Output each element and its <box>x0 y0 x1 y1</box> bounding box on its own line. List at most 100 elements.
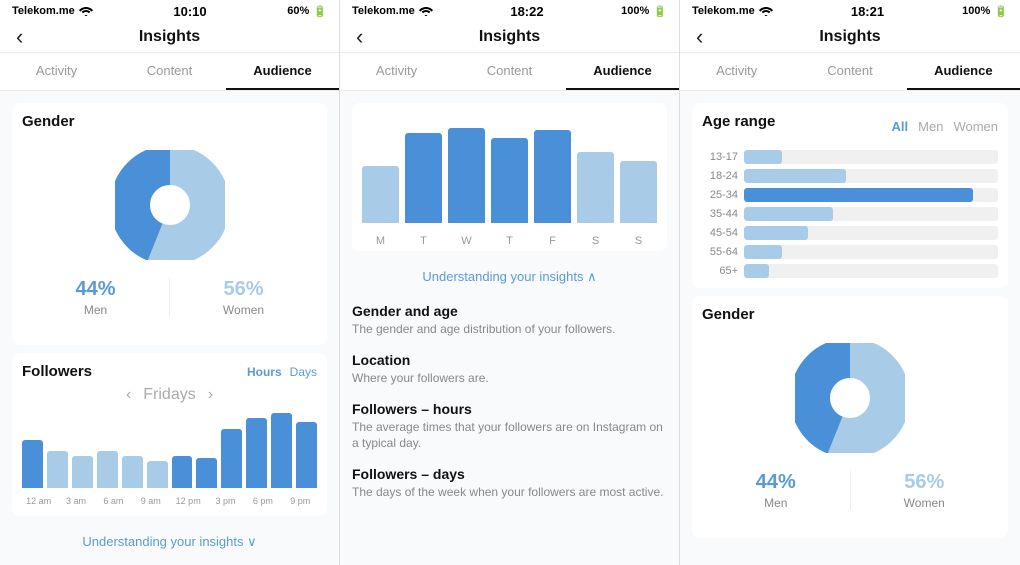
tabs-bar-2: Activity Content Audience <box>340 53 679 91</box>
wifi-icon-1 <box>79 6 93 16</box>
current-day-1: Fridays <box>143 386 195 404</box>
age-row: 55-64 <box>702 245 998 259</box>
tab-content-1[interactable]: Content <box>113 53 226 90</box>
hour-bar-col-2 <box>72 412 93 488</box>
back-button-3[interactable]: ‹ <box>696 24 703 50</box>
age-bar-bg <box>744 245 998 259</box>
battery-pct-2: 100% <box>621 5 649 17</box>
weekly-bar-col-6 <box>620 113 657 223</box>
tabs-bar-3: Activity Content Audience <box>680 53 1020 91</box>
nav-bar-3: ‹ Insights <box>680 22 1020 53</box>
pie-women-3: 56% Women <box>851 463 999 518</box>
hour-bar-col-5 <box>147 412 168 488</box>
hour-label: 12 am <box>22 496 55 506</box>
status-left-2: Telekom.me <box>352 5 433 17</box>
hour-label: 6 am <box>97 496 130 506</box>
hour-bar-col-1 <box>47 412 68 488</box>
age-bar-bg <box>744 264 998 278</box>
info-followers-days: Followers – days The days of the week wh… <box>352 466 667 501</box>
nav-title-3: Insights <box>819 28 880 46</box>
age-range-label: 13-17 <box>702 151 738 163</box>
understanding-link-2[interactable]: Understanding your insights ∧ <box>352 259 667 295</box>
gender-title-3: Gender <box>702 306 998 323</box>
day-nav-1: ‹ Fridays › <box>22 386 317 404</box>
tab-activity-2[interactable]: Activity <box>340 53 453 90</box>
pie-chart-3 <box>795 343 905 453</box>
age-bar-fill <box>744 264 769 278</box>
tab-audience-2[interactable]: Audience <box>566 53 679 90</box>
hour-label: 9 pm <box>284 496 317 506</box>
back-button-1[interactable]: ‹ <box>16 24 23 50</box>
followers-title-1: Followers <box>22 363 92 380</box>
age-bar-fill <box>744 207 833 221</box>
age-bar-fill <box>744 226 808 240</box>
pie-chart-1 <box>115 150 225 260</box>
tab-content-2[interactable]: Content <box>453 53 566 90</box>
hours-tab-1[interactable]: Hours <box>247 365 282 379</box>
status-right-2: 100% 🔋 <box>621 5 667 18</box>
age-row: 13-17 <box>702 150 998 164</box>
hour-bar-col-10 <box>271 412 292 488</box>
carrier-2: Telekom.me <box>352 5 415 17</box>
age-bars-3: 13-1718-2425-3435-4445-5455-6465+ <box>702 150 998 278</box>
followers-header-1: Followers Hours Days <box>22 363 317 380</box>
age-range-label: 65+ <box>702 265 738 277</box>
age-header-3: Age range All Men Women <box>702 113 998 140</box>
weekly-label: W <box>448 235 485 247</box>
women-label-1: Women <box>174 303 313 317</box>
wifi-icon-2 <box>419 6 433 16</box>
tab-activity-1[interactable]: Activity <box>0 53 113 90</box>
age-bar-bg <box>744 226 998 240</box>
age-row: 35-44 <box>702 207 998 221</box>
status-right-1: 60% 🔋 <box>287 5 327 18</box>
understanding-link-1[interactable]: Understanding your insights ∨ <box>12 524 327 560</box>
women-label-3: Women <box>855 496 995 510</box>
next-day-1[interactable]: › <box>208 386 213 404</box>
age-range-label: 45-54 <box>702 227 738 239</box>
age-filter-women[interactable]: Women <box>953 119 998 134</box>
weekly-label: T <box>491 235 528 247</box>
hour-bar-chart-1 <box>22 412 317 492</box>
panel-1: Telekom.me 10:10 60% 🔋 ‹ Insights Activi… <box>0 0 340 565</box>
panel-3-content: Age range All Men Women 13-1718-2425-343… <box>680 91 1020 565</box>
nav-title-2: Insights <box>479 28 540 46</box>
hour-label: 6 pm <box>246 496 279 506</box>
age-row: 45-54 <box>702 226 998 240</box>
info-followers-hours: Followers – hours The average times that… <box>352 401 667 453</box>
age-bar-fill <box>744 245 782 259</box>
weekly-label: S <box>577 235 614 247</box>
nav-bar-2: ‹ Insights <box>340 22 679 53</box>
time-2: 18:22 <box>510 4 543 19</box>
tab-audience-3[interactable]: Audience <box>907 53 1020 90</box>
nav-title-1: Insights <box>139 28 200 46</box>
tab-activity-3[interactable]: Activity <box>680 53 793 90</box>
status-right-3: 100% 🔋 <box>962 5 1008 18</box>
back-button-2[interactable]: ‹ <box>356 24 363 50</box>
tab-content-3[interactable]: Content <box>793 53 906 90</box>
weekly-bar-col-1 <box>405 113 442 223</box>
battery-icon-2: 🔋 <box>653 5 667 18</box>
panel-3: Telekom.me 18:21 100% 🔋 ‹ Insights Activ… <box>680 0 1020 565</box>
battery-pct-3: 100% <box>962 5 990 17</box>
gender-card-3: Gender 44% Men 56% Women <box>692 296 1008 538</box>
status-bar-1: Telekom.me 10:10 60% 🔋 <box>0 0 339 22</box>
age-bar-fill <box>744 169 846 183</box>
hour-bar-col-3 <box>97 412 118 488</box>
status-bar-2: Telekom.me 18:22 100% 🔋 <box>340 0 679 22</box>
age-filter-men[interactable]: Men <box>918 119 943 134</box>
tab-audience-1[interactable]: Audience <box>226 53 339 90</box>
prev-day-1[interactable]: ‹ <box>126 386 131 404</box>
pie-container-3: 44% Men 56% Women <box>702 333 998 528</box>
age-row: 65+ <box>702 264 998 278</box>
age-filter-tabs-3: All Men Women <box>892 119 998 134</box>
women-pct-1: 56% <box>174 278 313 301</box>
time-tabs-1: Hours Days <box>247 365 317 379</box>
weekly-bar-col-2 <box>448 113 485 223</box>
days-tab-1[interactable]: Days <box>290 365 317 379</box>
age-bar-fill <box>744 188 973 202</box>
hour-bar-col-4 <box>122 412 143 488</box>
age-row: 25-34 <box>702 188 998 202</box>
age-bar-bg <box>744 188 998 202</box>
age-filter-all[interactable]: All <box>892 119 909 134</box>
status-left-3: Telekom.me <box>692 5 773 17</box>
